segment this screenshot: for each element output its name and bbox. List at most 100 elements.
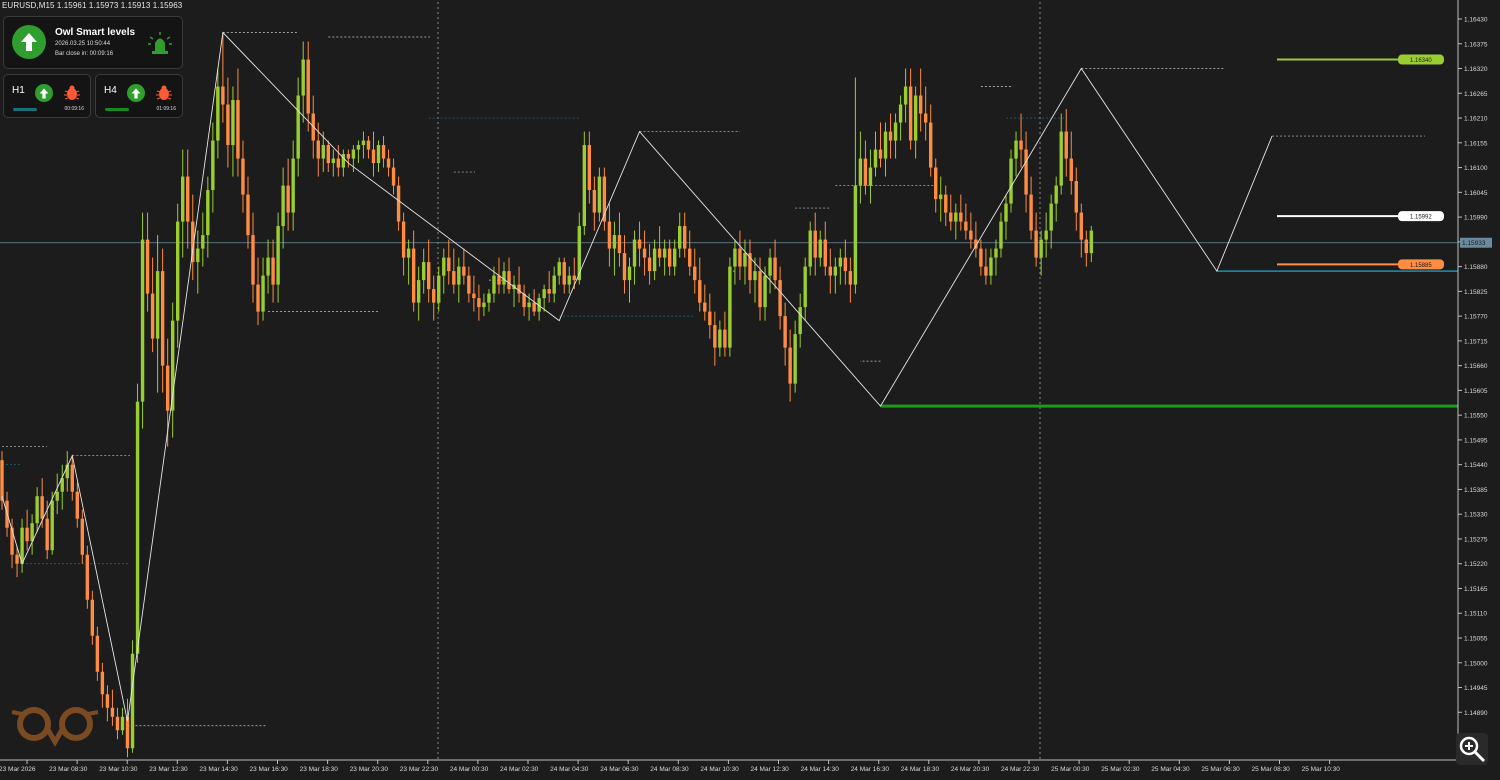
h4-panel[interactable]: H4 01:09:16 [95, 74, 183, 118]
candle-body [582, 145, 587, 227]
candle-body [527, 302, 531, 308]
zoom-icon[interactable] [1456, 733, 1488, 765]
bar-close-timer: Bar close in: 00:09:16 [55, 51, 114, 57]
candle-body [642, 248, 647, 258]
candle-body [206, 190, 210, 236]
candle-body [1019, 140, 1023, 150]
candle-body [612, 235, 617, 249]
candle-body [331, 158, 336, 164]
candle-body [196, 248, 200, 263]
candle-body [1074, 181, 1078, 213]
candle-body [15, 554, 19, 564]
y-tick-label: 1.16100 [1464, 165, 1488, 172]
x-tick-label: 24 Mar 16:30 [851, 766, 890, 773]
x-tick-label: 24 Mar 08:30 [650, 766, 689, 773]
candle-body [552, 275, 556, 294]
siren-icon [147, 31, 173, 60]
candle-body [70, 464, 74, 492]
candle-body [306, 59, 310, 114]
x-tick-label: 23 Mar 12:30 [149, 766, 188, 773]
h4-label: H4 [104, 85, 117, 96]
y-tick-label: 1.15825 [1464, 289, 1488, 296]
candle-body [979, 248, 983, 267]
candle-body [241, 158, 245, 195]
y-tick-label: 1.15605 [1464, 388, 1488, 395]
candle-body [50, 500, 54, 551]
candle-body [35, 496, 39, 524]
candle-body [447, 257, 451, 272]
candle-body [452, 271, 456, 285]
x-tick-label: 25 Mar 02:30 [1101, 766, 1140, 773]
candle-body [55, 491, 59, 501]
candle-body [672, 248, 677, 267]
candle-body [838, 257, 843, 267]
chart-svg[interactable]: 1.16340 1.15992 1.15885 1.16430 1.16375 1.16… [0, 0, 1500, 775]
candle-body [40, 496, 44, 519]
price-chart[interactable]: 1.16340 1.15992 1.15885 1.16430 1.16375 1.16… [0, 0, 1500, 775]
candle-body [396, 185, 401, 222]
candle-body [959, 212, 963, 222]
candle-body [903, 86, 908, 105]
candle-body [567, 275, 571, 285]
y-tick-label: 1.14945 [1464, 685, 1488, 692]
candle-body [1059, 131, 1063, 186]
candle-body [657, 248, 662, 258]
candle-body [863, 158, 868, 186]
owl-smart-levels-panel[interactable]: Owl Smart levels 2026.03.25 10:50:44 Bar… [3, 16, 183, 69]
level-label: 1.16340 [1410, 58, 1432, 64]
level-label: 1.15992 [1410, 215, 1432, 221]
candle-body [1029, 194, 1033, 231]
candle-body [427, 262, 431, 290]
candle-body [632, 239, 637, 267]
h4-timer: 01:09:16 [156, 106, 176, 112]
candle-body [271, 257, 275, 285]
candle-body [718, 329, 722, 348]
candle-body [768, 257, 772, 276]
level-label: 1.15885 [1410, 263, 1432, 269]
x-tick-label: 25 Mar 08:30 [1252, 766, 1291, 773]
candle-body [908, 86, 913, 141]
y-tick-label: 1.14890 [1464, 710, 1488, 717]
candle-body [683, 226, 687, 249]
h1-timer: 00:09:16 [64, 106, 84, 112]
candle-body [286, 185, 290, 213]
y-tick-label: 1.15990 [1464, 215, 1488, 222]
candle-body [110, 707, 115, 717]
candle-body [80, 518, 85, 555]
candle-body [934, 167, 938, 200]
candle-body [652, 248, 657, 272]
candle-body [853, 185, 858, 285]
candle-body [406, 248, 411, 258]
candle-body [622, 253, 627, 281]
y-tick-label: 1.16320 [1464, 66, 1488, 73]
candle-body [251, 235, 255, 285]
candle-body [708, 311, 712, 326]
h1-panel[interactable]: H1 00:09:16 [3, 74, 91, 118]
h4-progress-bar [105, 108, 129, 111]
candle-body [75, 491, 79, 519]
candle-body [135, 401, 140, 654]
candle-body [954, 212, 958, 222]
candle-body [442, 257, 446, 276]
candle-body [1009, 158, 1013, 204]
candle-body [923, 113, 928, 123]
y-tick-label: 1.15495 [1464, 437, 1488, 444]
arrow-up-icon [127, 84, 145, 102]
x-tick-label: 24 Mar 02:30 [500, 766, 539, 773]
candle-body [728, 266, 732, 348]
candle-body [507, 271, 511, 290]
y-tick-label: 1.15880 [1464, 264, 1488, 271]
candle-body [125, 716, 130, 749]
candle-body [848, 271, 853, 285]
candle-body [607, 221, 612, 249]
x-tick-label: 23 Mar 18:30 [300, 766, 339, 773]
symbol-info: EURUSD,M15 1.15961 1.15973 1.15913 1.159… [2, 1, 183, 10]
candle-body [1039, 239, 1043, 258]
candle-body [482, 302, 486, 308]
candle-body [964, 221, 968, 231]
y-tick-label: 1.16155 [1464, 140, 1488, 147]
candle-body [386, 158, 391, 168]
x-tick-label: 24 Mar 12:30 [751, 766, 790, 773]
candle-body [532, 302, 536, 312]
y-tick-label: 1.15275 [1464, 536, 1488, 543]
